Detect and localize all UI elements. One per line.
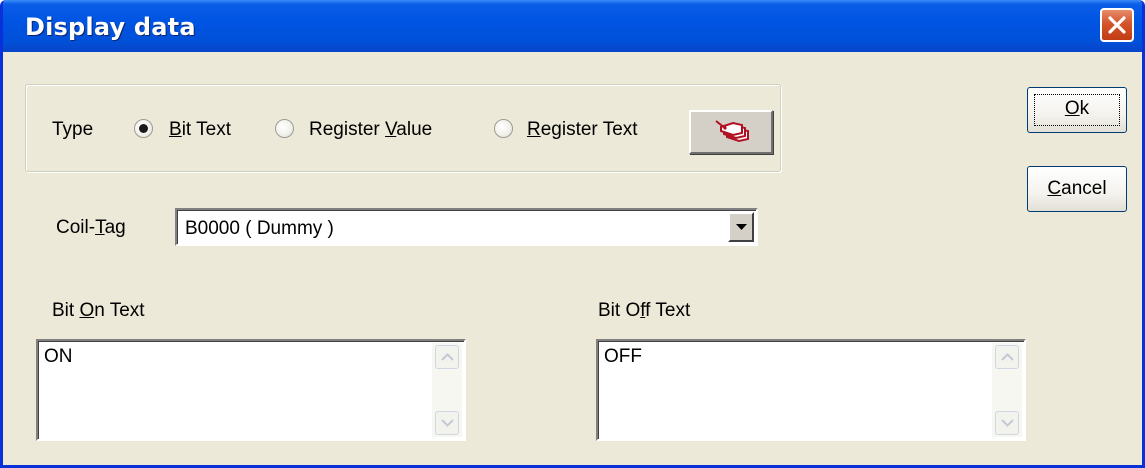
coil-tag-value: B0000 ( Dummy ) (185, 218, 334, 239)
title-bar[interactable]: Display data (3, 0, 1142, 52)
coil-tag-label: Coil-Tag (56, 217, 126, 238)
tags-icon (715, 120, 749, 143)
radio-bit-text-label[interactable]: Bit Text (169, 119, 231, 141)
coil-tag-dropdown-button[interactable] (728, 212, 754, 242)
bit-on-scrollbar[interactable] (432, 343, 462, 437)
scroll-down-button[interactable] (995, 411, 1019, 435)
cancel-label: Cancel (1047, 178, 1107, 199)
cancel-button[interactable]: Cancel (1027, 166, 1127, 212)
bit-off-text-label: Bit Off Text (598, 300, 691, 321)
radio-register-value[interactable] (275, 119, 294, 138)
chevron-up-icon (441, 353, 454, 361)
chevron-down-icon (736, 224, 747, 230)
bit-off-text-field[interactable]: OFF (596, 339, 1026, 441)
bit-off-scrollbar[interactable] (992, 343, 1022, 437)
radio-register-text-label[interactable]: Register Text (527, 119, 638, 141)
close-button[interactable] (1100, 8, 1134, 42)
chevron-down-icon (441, 419, 454, 427)
radio-register-text[interactable] (494, 119, 513, 138)
coil-tag-combobox[interactable]: B0000 ( Dummy ) (175, 208, 758, 246)
tag-select-button[interactable] (689, 110, 773, 154)
bit-on-text-field[interactable]: ON (36, 339, 466, 441)
display-data-dialog: Display data Type Bit Text Register Valu… (0, 0, 1145, 468)
radio-selected-dot (139, 124, 148, 133)
bit-on-text-value: ON (44, 346, 73, 367)
type-label: Type (52, 119, 94, 140)
bit-on-text-label: Bit On Text (52, 300, 145, 321)
radio-register-value-label[interactable]: Register Value (309, 119, 432, 141)
ok-label: Ok (1064, 98, 1090, 119)
scroll-up-button[interactable] (435, 345, 459, 369)
scroll-down-button[interactable] (435, 411, 459, 435)
chevron-down-icon (1001, 419, 1014, 427)
close-x-icon (1108, 16, 1126, 34)
ok-button[interactable]: Ok (1027, 87, 1127, 133)
chevron-up-icon (1001, 353, 1014, 361)
radio-bit-text[interactable] (134, 119, 153, 138)
scroll-up-button[interactable] (995, 345, 1019, 369)
window-title: Display data (25, 13, 196, 41)
bit-off-text-value: OFF (604, 346, 642, 367)
